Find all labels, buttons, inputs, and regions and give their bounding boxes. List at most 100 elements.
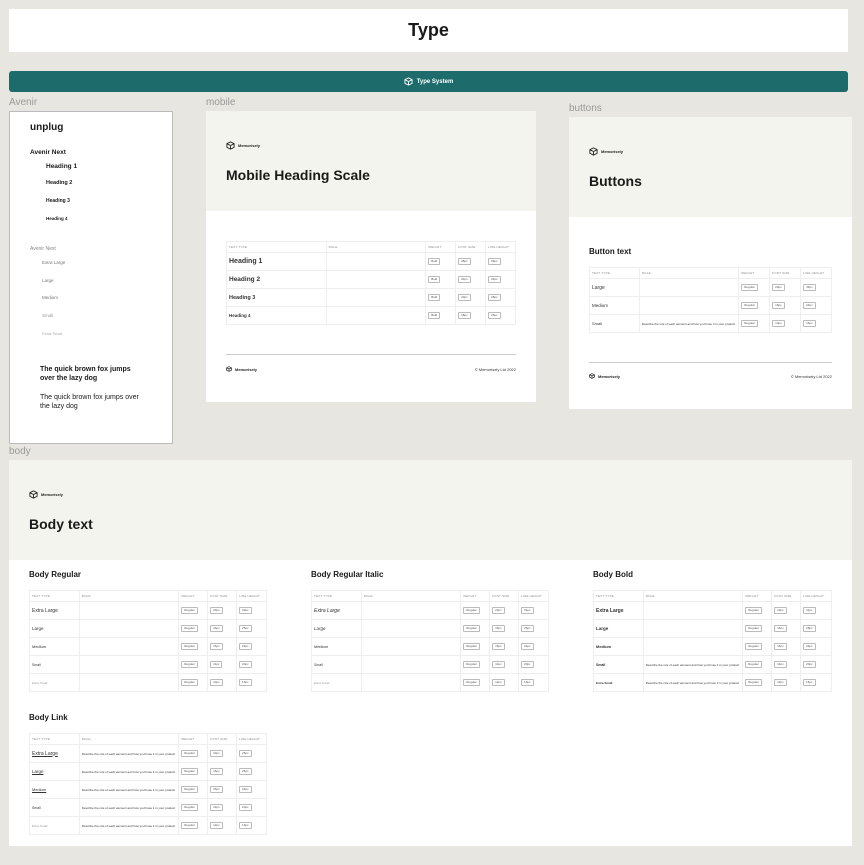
col-weight: WEIGHT [425, 241, 457, 253]
table-row: Small Describe the role of each element a… [593, 655, 832, 674]
row-type: Heading 2 [226, 270, 327, 289]
table-row: Extra Small Regular 10px 16px [29, 673, 267, 692]
avenir-frame: unplug Avenir Next Heading 1 Heading 2 H… [9, 111, 173, 444]
col-line-height: LINE HEIGHT [236, 590, 267, 602]
row-type[interactable]: Extra Large [29, 744, 80, 763]
row-role [78, 673, 180, 692]
weight-pill: Regular [745, 661, 762, 668]
row-type: Extra Small [29, 673, 80, 692]
lh-pill: 16px [239, 822, 252, 829]
size-pill: 14px [774, 661, 787, 668]
mobile-hero: Memorisely Mobile Heading Scale [206, 111, 536, 211]
weight-pill: Regular [181, 625, 198, 632]
row-role [78, 655, 180, 674]
row-type: Small [311, 655, 362, 674]
footer-logo: Memorisely [226, 366, 257, 372]
avenir-heading-3: Heading 3 [46, 198, 70, 204]
col-weight: WEIGHT [178, 733, 209, 745]
body-hero: Memorisely Body text [9, 460, 852, 560]
row-role [360, 655, 462, 674]
col-text-type: TEXT TYPE [593, 590, 644, 602]
col-line-height: LINE HEIGHT [236, 733, 267, 745]
table-row: Small Regular 11px 20px [29, 655, 267, 674]
weight-pill: Regular [745, 607, 762, 614]
table-row: Medium Regular 16px 24px [589, 296, 832, 315]
lh-pill: 24px [521, 643, 534, 650]
table-row: Large Describe the role of each element a… [29, 762, 267, 781]
weight-pill: Regular [181, 643, 198, 650]
col-role: ROLE [78, 733, 180, 745]
size-pill: 16px [210, 625, 223, 632]
row-role [642, 619, 744, 638]
row-role [325, 288, 427, 307]
weight-pill: Regular [463, 607, 480, 614]
row-type: Heading 4 [226, 306, 327, 325]
weight-pill: Regular [741, 302, 758, 309]
row-type[interactable]: Medium [29, 780, 80, 799]
row-type: Large [29, 619, 80, 638]
body-italic-title: Body Regular Italic [311, 570, 384, 579]
row-type: Large [589, 278, 640, 297]
avenir-family-bold: Avenir Next [30, 149, 66, 156]
table-row: Extra Large Regular 23px 31px [311, 601, 549, 620]
col-weight: WEIGHT [460, 590, 491, 602]
weight-pill: Regular [181, 804, 198, 811]
mobile-title: Mobile Heading Scale [226, 167, 370, 183]
table-row: Heading 3 Bold 20px 28px [226, 288, 516, 307]
row-role [78, 601, 180, 620]
lh-pill: 32px [803, 284, 816, 291]
col-weight: WEIGHT [178, 590, 209, 602]
weight-pill: Regular [181, 768, 198, 775]
lh-pill: 32px [239, 607, 252, 614]
body-regular-title: Body Regular [29, 570, 82, 579]
row-role: Describe the role of each element and ho… [78, 744, 180, 763]
frame-label-buttons: buttons [569, 103, 602, 114]
lh-pill: 24px [239, 786, 252, 793]
sample-regular: The quick brown fox jumps over the lazy … [40, 394, 139, 410]
lh-pill: 28px [488, 294, 501, 301]
type-system-banner[interactable]: Type System [9, 71, 848, 92]
lh-pill: 28px [803, 625, 816, 632]
size-pill: 14px [210, 804, 223, 811]
row-type: Small [29, 655, 80, 674]
brand-icon [226, 366, 232, 372]
size-pill: 18px [458, 312, 471, 319]
weight-pill: Regular [181, 661, 198, 668]
row-type[interactable]: Large [29, 762, 80, 781]
lh-pill: 16px [521, 679, 534, 686]
avenir-heading-2: Heading 2 [46, 180, 73, 186]
lh-pill: 26px [488, 312, 501, 319]
body-regular-table: TEXT TYPE ROLE WEIGHT FONT SIZE LINE HEI… [29, 590, 267, 692]
col-weight: WEIGHT [738, 267, 771, 279]
avenir-heading-4: Heading 4 [46, 216, 68, 221]
row-role [638, 278, 740, 297]
weight-pill: Bold [428, 294, 441, 301]
row-type: Medium [589, 296, 640, 315]
lh-pill: 26px [239, 768, 252, 775]
avenir-size-extra-small: Extra Small [42, 331, 63, 335]
size-pill: 15px [210, 643, 223, 650]
row-type: Medium [311, 637, 362, 656]
size-pill: 23px [774, 607, 787, 614]
body-bold-title: Body Bold [593, 570, 633, 579]
body-link-title: Body Link [29, 713, 68, 722]
lh-pill: 31px [521, 607, 534, 614]
row-type: Heading 1 [226, 252, 327, 271]
size-pill: 11px [210, 661, 223, 668]
body-bold-table: TEXT TYPE ROLE WEIGHT FONT SIZE LINE HEI… [593, 590, 832, 692]
row-type: Large [593, 619, 644, 638]
row-type[interactable]: Small [29, 798, 80, 817]
row-type: Small [593, 655, 644, 674]
buttons-title: Buttons [589, 173, 642, 189]
weight-pill: Regular [181, 750, 198, 757]
row-type[interactable]: Extra Small [29, 816, 80, 835]
weight-pill: Regular [741, 284, 758, 291]
lh-pill: 16px [239, 679, 252, 686]
row-type: Medium [29, 637, 80, 656]
divider [226, 354, 516, 355]
col-font-size: FONT SIZE [207, 733, 238, 745]
brand-name: Memorisely [601, 149, 624, 154]
lh-pill: 16px [803, 320, 816, 327]
row-type: Extra Large [593, 601, 644, 620]
size-pill: 14px [492, 661, 505, 668]
